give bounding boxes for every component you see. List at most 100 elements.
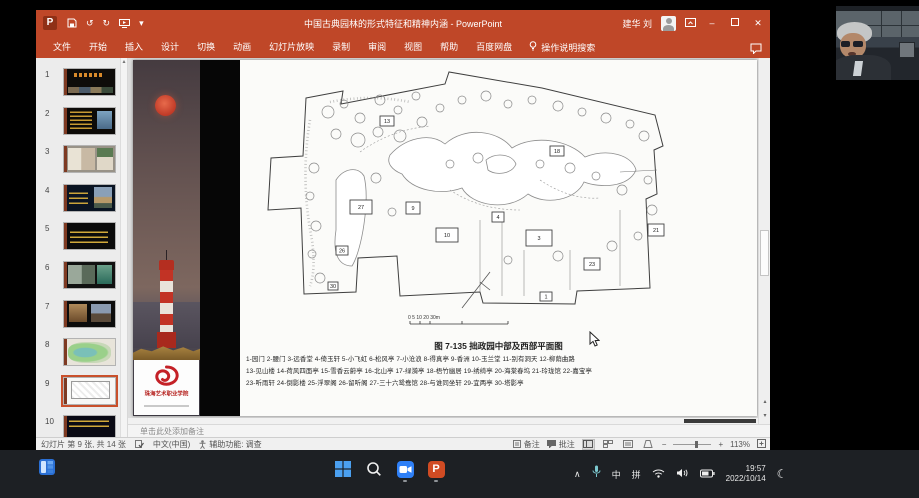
slide-thumbnail-image[interactable] [63,338,116,366]
tell-me-search[interactable]: 操作说明搜索 [529,41,595,54]
wifi-icon[interactable] [652,465,665,483]
ime-language-indicator[interactable]: 中 [612,468,621,481]
account-avatar[interactable] [661,16,676,31]
powerpoint-window: P ↺ ↻ ▾ 中国古典园林的形式特征和精神内涵 - PowerPoint 建华… [36,10,770,450]
start-button[interactable] [332,456,354,482]
slide-thumbnail[interactable]: 10 [36,415,127,437]
slide-thumbnail-image[interactable] [63,68,116,96]
ribbon-tab[interactable]: 开始 [80,36,116,58]
close-button[interactable]: ✕ [751,18,765,29]
ribbon-tab[interactable]: 审阅 [359,36,395,58]
microphone-icon[interactable] [592,465,601,483]
zoom-out-button[interactable]: − [662,440,667,449]
powerpoint-taskbar-icon[interactable]: P [425,456,447,482]
accessibility-status[interactable]: 辅助功能: 调查 [199,439,261,450]
redo-button[interactable]: ↻ [103,18,111,29]
slide-thumbnail[interactable]: 4 [36,184,127,214]
ribbon-tab[interactable]: 帮助 [431,36,467,58]
svg-text:4: 4 [496,215,499,221]
meeting-app-icon[interactable] [394,456,416,482]
slide-thumbnail[interactable]: 7 [36,300,127,330]
zoom-level[interactable]: 113% [730,440,750,449]
slide-thumbnail-image[interactable] [63,300,116,328]
figure-caption: 图 7-135 拙政园中部及西部平面图 [240,340,757,352]
ribbon-tab[interactable]: 动画 [224,36,260,58]
widgets-icon[interactable] [38,458,56,481]
ribbon-tab[interactable]: 文件 [44,36,80,58]
next-slide-button[interactable]: ▾ [759,412,771,420]
taskbar-clock[interactable]: 19:57 2022/10/14 [726,464,766,484]
slide-thumbnail[interactable]: 5 [36,222,127,252]
start-slideshow-button[interactable] [119,19,130,28]
ribbon-tab[interactable]: 插入 [116,36,152,58]
slide-number: 3 [45,147,49,156]
ribbon-tab[interactable]: 百度网盘 [467,36,521,58]
scroll-up-icon[interactable]: ▴ [121,58,127,67]
tell-me-label: 操作说明搜索 [541,41,595,54]
zoom-slider[interactable] [673,440,711,449]
save-icon[interactable] [67,18,77,28]
clock-date: 2022/10/14 [726,474,766,484]
horizontal-scrollbar-thumb[interactable] [684,419,756,423]
ribbon-tab[interactable]: 设计 [152,36,188,58]
ribbon-tab[interactable]: 幻灯片放映 [260,36,323,58]
previous-slide-button[interactable]: ▴ [759,398,771,406]
ime-mode-indicator[interactable]: 拼 [632,468,641,481]
slide-sorter-view-button[interactable] [602,439,615,450]
ribbon-tab-row: 文件开始插入设计切换动画幻灯片放映录制审阅视图帮助百度网盘 操作说明搜索 [36,36,770,58]
slide-thumbnail[interactable]: 6 [36,261,127,291]
slide-thumbnail[interactable]: 2 [36,107,127,137]
slide-vertical-scrollbar[interactable]: ▴ ▾ [758,58,770,424]
vertical-scrollbar-thumb[interactable] [760,230,769,276]
title-bar: P ↺ ↻ ▾ 中国古典园林的形式特征和精神内涵 - PowerPoint 建华… [36,10,770,36]
slide-thumbnail[interactable]: 9 [36,377,127,407]
account-name[interactable]: 建华 刘 [622,17,652,30]
running-indicator [403,480,407,482]
ribbon-tab[interactable]: 切换 [188,36,224,58]
slide-thumbnail-image[interactable] [63,107,116,135]
thumbnail-scrollbar[interactable]: ▴ [120,58,127,437]
hidden-icons-chevron[interactable]: ∧ [574,469,581,480]
slide-thumbnail-image[interactable] [63,145,116,173]
cabinet-line [861,25,919,26]
notes-pane[interactable]: 单击此处添加备注 [128,424,770,437]
slideshow-view-button[interactable] [642,439,655,450]
normal-view-button[interactable] [582,439,595,450]
notes-button[interactable]: 备注 [513,439,540,450]
zoom-in-button[interactable]: + [718,440,723,449]
restore-button[interactable] [728,18,742,28]
windows-taskbar: P ∧ 中 拼 19:57 2022/10/14 ☾ [0,450,919,498]
undo-button[interactable]: ↺ [86,18,94,29]
status-left: 幻灯片 第 9 张, 共 14 张 中文(中国) 辅助功能: 调查 [36,439,262,450]
slide-thumbnail[interactable]: 1 [36,68,127,98]
battery-icon[interactable] [700,465,715,483]
night-mode-moon-icon[interactable]: ☾ [777,467,788,481]
plan-legend-line-2: 13-见山楼 14-荷风四面亭 15-雪香云蔚亭 16-北山亭 17-绿漪亭 1… [246,366,753,375]
zoom-slider-thumb[interactable] [695,441,698,448]
comments-icon[interactable] [750,41,762,59]
customize-qat-button[interactable]: ▾ [139,18,144,29]
slide-thumbnail-image[interactable] [63,222,116,250]
slide-thumbnail-image[interactable] [63,377,116,405]
current-slide[interactable]: 珠海艺术职业学院 [133,60,757,416]
slide-number: 5 [45,224,49,233]
search-icon[interactable] [363,456,385,482]
minimize-button[interactable]: – [705,18,719,28]
language-indicator[interactable]: 中文(中国) [153,439,190,450]
spellcheck-icon[interactable] [135,440,144,449]
ribbon-display-options-icon[interactable] [685,14,696,32]
ribbon-tab[interactable]: 录制 [323,36,359,58]
reading-view-button[interactable] [622,439,635,450]
slide-thumbnail[interactable]: 3 [36,145,127,175]
slide-thumbnail-image[interactable] [63,415,116,437]
mouse-cursor [589,331,600,352]
ribbon-tab[interactable]: 视图 [395,36,431,58]
slide-thumbnail[interactable]: 8 [36,338,127,368]
fit-to-window-icon[interactable] [757,439,766,450]
slide-thumbnail-image[interactable] [63,184,116,212]
cabinet-line [881,11,882,37]
meeting-video-overlay[interactable] [836,6,919,80]
slide-thumbnail-image[interactable] [63,261,116,289]
comments-button[interactable]: 批注 [547,439,575,450]
speaker-icon[interactable] [676,465,689,483]
